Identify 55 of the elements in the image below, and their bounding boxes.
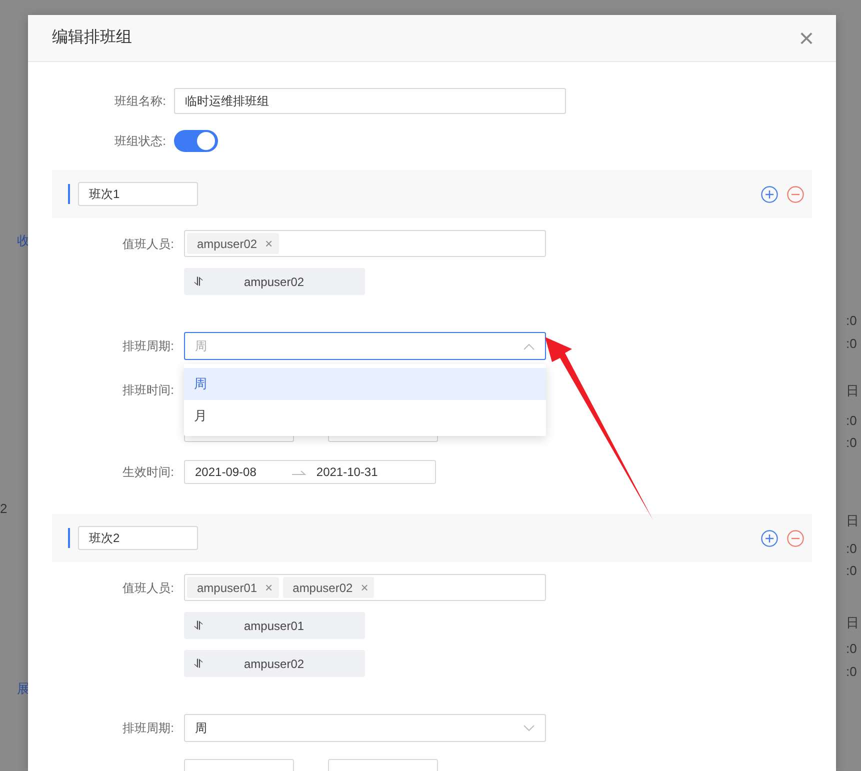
field-label: 排班周期:: [122, 720, 175, 737]
select-value: 周: [195, 720, 207, 737]
remove-circle-icon[interactable]: [787, 530, 804, 546]
drag-handle-icon[interactable]: ⥯: [194, 654, 244, 672]
background-text: 收: [17, 232, 30, 250]
staff-name: ampuser02: [244, 274, 304, 290]
remove-circle-icon[interactable]: [787, 186, 804, 202]
background-text: :0: [846, 640, 857, 658]
sortable-staff-item[interactable]: ⥯ ampuser01: [184, 612, 365, 639]
staff-tag: ampuser01: [197, 578, 258, 596]
dropdown-option[interactable]: 月: [184, 400, 546, 432]
background-text: :0: [846, 540, 857, 558]
field-label: 生效时间:: [122, 464, 175, 481]
sortable-staff-item[interactable]: ⥯ ampuser02: [184, 268, 365, 295]
background-text: 日: [846, 382, 859, 400]
drag-handle-icon[interactable]: ⥯: [194, 616, 244, 634]
start-date: 2021-09-08: [195, 464, 256, 481]
background-text: :0: [846, 412, 857, 430]
background-text: 日: [846, 614, 859, 632]
add-circle-icon[interactable]: [761, 530, 778, 546]
name-input[interactable]: 临时运维排班组: [174, 88, 566, 114]
shift-name-input[interactable]: 班次2: [78, 526, 198, 550]
field-label: 班组名称:: [114, 93, 167, 110]
staff-name: ampuser02: [244, 656, 304, 672]
date-range-input[interactable]: 2021-09-08 2021-10-31: [184, 460, 436, 484]
accent-bar: [68, 528, 70, 548]
staff-name: ampuser01: [244, 618, 304, 634]
background-text: :0: [846, 663, 857, 681]
dropdown-option[interactable]: 周: [184, 368, 546, 400]
end-date: 2021-10-31: [316, 464, 378, 481]
cycle-select[interactable]: 周: [184, 714, 546, 742]
field-label: 班组状态:: [114, 133, 167, 150]
background-text: :0: [846, 312, 857, 330]
background-text: :0: [846, 434, 857, 452]
drag-handle-icon[interactable]: ⥯: [194, 272, 244, 290]
background-text: :0: [846, 335, 857, 353]
field-label: 排班周期:: [122, 338, 175, 355]
background-text: 2: [0, 500, 8, 518]
background-text: :0: [846, 562, 857, 580]
sortable-staff-item[interactable]: ⥯ ampuser02: [184, 650, 365, 677]
status-toggle[interactable]: [174, 130, 218, 152]
background-text: 日: [846, 512, 859, 530]
dialog-title: 编辑排班组: [52, 28, 132, 48]
accent-bar: [68, 184, 70, 204]
caret-icon: [523, 724, 535, 732]
field-label: 值班人员:: [122, 580, 175, 596]
field-label: 排班时间:: [122, 382, 175, 399]
caret-icon: [523, 342, 535, 350]
select-placeholder: 周: [195, 338, 207, 355]
add-circle-icon[interactable]: [761, 186, 778, 202]
shift-name-input[interactable]: 班次1: [78, 182, 198, 206]
field-label: 值班人员:: [122, 236, 175, 252]
staff-tag: ampuser02: [197, 234, 258, 252]
staff-tag: ampuser02: [292, 578, 353, 596]
staff-select[interactable]: ampuser02 ×: [184, 230, 546, 257]
